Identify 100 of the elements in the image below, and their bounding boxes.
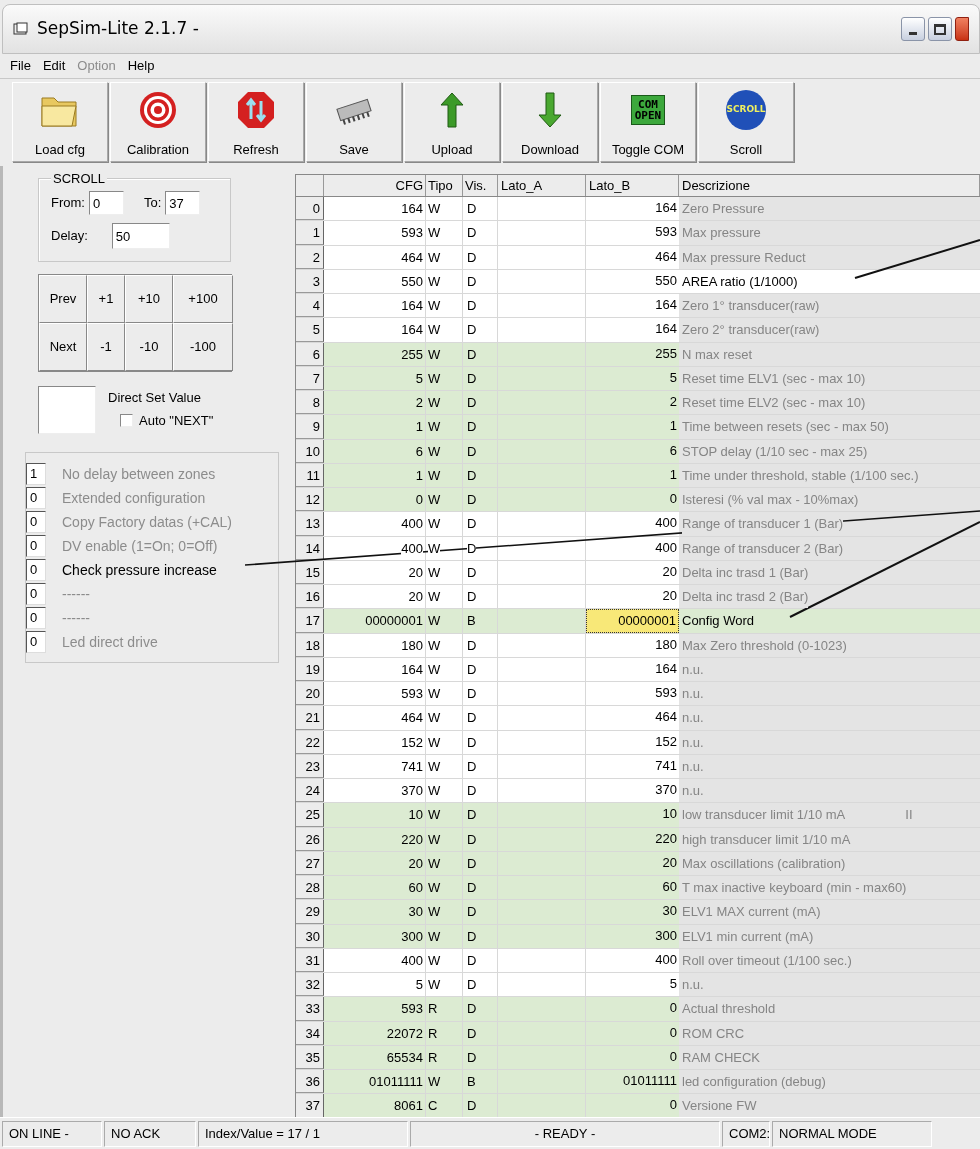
table-cell: W (426, 318, 463, 342)
table-row[interactable]: 31 400 W D 400 Roll over timeout (1/100 sec.) (296, 948, 980, 973)
menu-item[interactable]: Help (127, 56, 155, 76)
table-row[interactable]: 32 5 W D 5 n.u. (296, 973, 980, 998)
to-field[interactable]: 37 (165, 191, 201, 215)
table-cell: W (426, 439, 463, 463)
flag-value[interactable]: 0 (26, 511, 46, 533)
table-row[interactable]: 34 22072 R D 0 ROM CRC (296, 1021, 980, 1046)
table-row[interactable]: 33 593 R D 0 Actual threshold (296, 997, 980, 1022)
table-row[interactable]: 21 464 W D 464 n.u. (296, 706, 980, 731)
table-cell: W (426, 1070, 463, 1094)
step-button[interactable]: +10 (125, 275, 173, 323)
table-row[interactable]: 28 60 W D 60 T max inactive keyboard (min - max60) (296, 876, 980, 901)
table-row[interactable]: 27 20 W D 20 Max oscillations (calibration) (296, 851, 980, 876)
table-row[interactable]: 8 2 W D 2 Reset time ELV2 (sec - max 10) (296, 391, 980, 416)
menu-item[interactable]: File (10, 56, 31, 76)
table-row[interactable]: 1 593 W D 593 Max pressure (296, 221, 980, 246)
table-row[interactable]: 15 20 W D 20 Delta inc trasd 1 (Bar) (296, 560, 980, 585)
toolbar-button[interactable]: Refresh (208, 82, 304, 162)
table-row[interactable]: 16 20 W D 20 Delta inc trasd 2 (Bar) (296, 585, 980, 610)
table-row[interactable]: 13 400 W D 400 Range of transducer 1 (Bar) (296, 512, 980, 537)
step-button[interactable]: Prev (39, 275, 87, 323)
step-button[interactable]: -10 (125, 323, 173, 371)
column-header[interactable]: Vis. (463, 175, 498, 196)
table-cell: D (463, 997, 498, 1021)
toolbar-button[interactable]: SCROLL Scroll (698, 82, 794, 162)
table-row[interactable]: 5 164 W D 164 Zero 2° transducer(raw) (296, 318, 980, 343)
toolbar-button[interactable]: Save (306, 82, 402, 162)
column-header[interactable]: CFG (324, 175, 426, 196)
minimize-button[interactable] (901, 17, 925, 41)
table-row[interactable]: 29 30 W D 30 ELV1 MAX current (mA) (296, 900, 980, 925)
table-row[interactable]: 7 5 W D 5 Reset time ELV1 (sec - max 10) (296, 366, 980, 391)
table-cell-text: 164 (655, 659, 678, 678)
table-cell: 593 (324, 221, 426, 245)
toolbar-button[interactable]: COM OPEN Toggle COM (600, 82, 696, 162)
toolbar-button[interactable]: Download (502, 82, 598, 162)
step-button[interactable]: +100 (173, 275, 233, 323)
table-cell: 22072 (324, 1021, 426, 1045)
column-header[interactable]: Tipo (426, 175, 463, 196)
table-cell: W (426, 488, 463, 512)
table-row[interactable]: 18 180 W D 180 Max Zero threshold (0-1023) (296, 633, 980, 658)
table-row[interactable]: 26 220 W D 220 high transducer limit 1/10 mA (296, 827, 980, 852)
table-row[interactable]: 37 8061 C D 0 Versione FW (296, 1094, 980, 1117)
column-header[interactable]: Lato_A (498, 175, 586, 196)
table-row[interactable]: 12 0 W D 0 Isteresi (% val max - 10%max) (296, 488, 980, 513)
column-header[interactable]: Descrizione (679, 175, 980, 196)
table-row[interactable]: 35 65534 R D 0 RAM CHECK (296, 1045, 980, 1070)
step-button[interactable]: Next (39, 323, 87, 371)
table-cell: W (426, 197, 463, 221)
maximize-button[interactable] (928, 17, 952, 41)
toolbar-button[interactable]: Calibration (110, 82, 206, 162)
table-cell: W (426, 682, 463, 706)
table-cell: 220 (324, 827, 426, 851)
description-cell: n.u. (679, 730, 980, 754)
table-row[interactable]: 10 6 W D 6 STOP delay (1/10 sec - max 25) (296, 439, 980, 464)
table-cell: D (463, 730, 498, 754)
table-cell-text: 0 (669, 490, 678, 508)
step-button[interactable]: -100 (173, 323, 233, 371)
direct-set-field[interactable] (38, 386, 96, 434)
table-row[interactable]: 2 464 W D 464 Max pressure Reduct (296, 245, 980, 270)
table-row[interactable]: 6 255 W D 255 N max reset (296, 342, 980, 367)
table-cell-text: 400 (655, 538, 678, 557)
auto-next-checkbox[interactable] (120, 413, 133, 427)
table-cell: 164 (324, 318, 426, 342)
description-cell: n.u. (679, 706, 980, 730)
table-row[interactable]: 19 164 W D 164 n.u. (296, 657, 980, 682)
table-row[interactable]: 25 10 W D 10 low transducer limit 1/10 mA II (296, 803, 980, 828)
table-row[interactable]: 36 01011111 W B 01011111 led configuration (debug) (296, 1070, 980, 1095)
flag-value[interactable]: 1 (26, 463, 46, 485)
table-row[interactable]: 20 593 W D 593 n.u. (296, 682, 980, 707)
table-row[interactable]: 23 741 W D 741 n.u. (296, 754, 980, 779)
toolbar-button[interactable]: Upload (404, 82, 500, 162)
column-header[interactable]: Lato_B (586, 175, 679, 196)
from-field[interactable]: 0 (88, 191, 124, 215)
table-cell: D (463, 779, 498, 803)
table-row[interactable]: 9 1 W D 1 Time between resets (sec - max 50) (296, 415, 980, 440)
flag-value[interactable]: 0 (26, 607, 46, 629)
table-row[interactable]: 0 164 W D 164 Zero Pressure (296, 197, 980, 222)
table-row[interactable]: 30 300 W D 300 ELV1 min current (mA) (296, 924, 980, 949)
stop-sign-icon (237, 91, 275, 129)
table-row[interactable]: 22 152 W D 152 n.u. (296, 730, 980, 755)
delay-field[interactable]: 50 (111, 223, 170, 249)
flag-value[interactable]: 0 (26, 583, 46, 605)
flag-value[interactable]: 0 (26, 535, 46, 557)
description-cell: Versione FW (679, 1094, 980, 1117)
table-row[interactable]: 3 550 W D 550 AREA ratio (1/1000) (296, 269, 980, 294)
flag-label: Copy Factory datas (+CAL) (62, 512, 232, 532)
flag-value[interactable]: 0 (26, 631, 46, 653)
table-row[interactable]: 4 164 W D 164 Zero 1° transducer(raw) (296, 294, 980, 319)
menu-item[interactable]: Edit (42, 56, 66, 76)
flag-value[interactable]: 0 (26, 487, 46, 509)
toolbar-button[interactable]: Load cfg (12, 82, 108, 162)
table-cell: 5 (324, 973, 426, 997)
flag-value[interactable]: 0 (26, 559, 46, 581)
row-number: 7 (296, 366, 324, 390)
step-button[interactable]: -1 (87, 323, 125, 371)
table-row[interactable]: 24 370 W D 370 n.u. (296, 779, 980, 804)
table-row[interactable]: 11 1 W D 1 Time under threshold, stable (1/100 sec.) (296, 463, 980, 488)
step-button[interactable]: +1 (87, 275, 125, 323)
table-row[interactable]: 17 00000001 W B 00000001 Config Word (296, 609, 980, 634)
